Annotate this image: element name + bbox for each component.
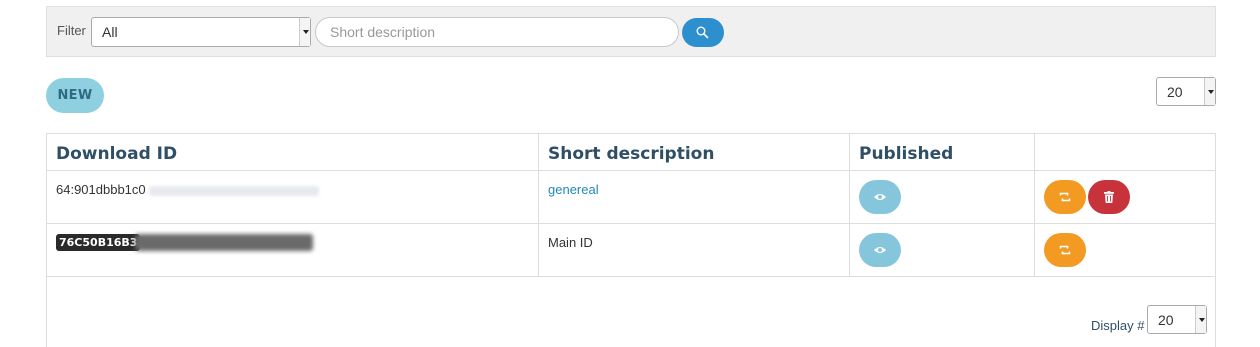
- delete-button[interactable]: [1088, 180, 1130, 214]
- description-link[interactable]: genereal: [548, 182, 599, 197]
- search-icon: [696, 26, 709, 39]
- table-row: 64:901dbbb1c0 genereal: [47, 171, 1215, 224]
- page-size-select-top[interactable]: 20: [1156, 77, 1216, 106]
- column-header-download-id[interactable]: Download ID: [56, 144, 177, 164]
- column-header-short-description[interactable]: Short description: [548, 144, 714, 164]
- refresh-button[interactable]: [1044, 180, 1086, 214]
- description-text: Main ID: [548, 235, 593, 250]
- chevron-down-icon: [299, 18, 310, 46]
- search-input[interactable]: [315, 17, 679, 47]
- filter-bar: Filter All: [46, 6, 1216, 57]
- new-button[interactable]: NEW: [46, 78, 104, 113]
- eye-icon: [874, 194, 886, 200]
- page-size-select-bottom[interactable]: 20: [1147, 305, 1207, 334]
- page-size-value: 20: [1158, 312, 1174, 328]
- eye-icon: [874, 247, 886, 253]
- published-toggle-button[interactable]: [859, 233, 901, 267]
- download-id-badge: 76C50B16B3: [56, 234, 141, 251]
- published-toggle-button[interactable]: [859, 180, 901, 214]
- refresh-button[interactable]: [1044, 233, 1086, 267]
- redacted-text: [135, 234, 313, 251]
- trash-icon: [1104, 191, 1114, 203]
- column-header-published[interactable]: Published: [859, 144, 953, 164]
- download-id-text: 64:901dbbb1c0: [56, 182, 146, 197]
- filter-select-value: All: [102, 24, 118, 40]
- refresh-icon: [1059, 245, 1071, 255]
- display-count-label: Display #: [1091, 318, 1145, 333]
- download-id-cell: 64:901dbbb1c0: [56, 182, 320, 197]
- filter-select[interactable]: All: [91, 17, 311, 47]
- search-button[interactable]: [682, 18, 724, 47]
- page-size-value: 20: [1167, 84, 1183, 100]
- refresh-icon: [1059, 192, 1071, 202]
- chevron-down-icon: [1204, 78, 1215, 105]
- downloads-table: Download ID Short description Published …: [46, 133, 1216, 347]
- table-row: 76C50B16B3 Main ID: [47, 224, 1215, 277]
- table-header-row: Download ID Short description Published: [47, 134, 1215, 171]
- chevron-down-icon: [1195, 306, 1206, 333]
- filter-label: Filter: [57, 23, 86, 38]
- redacted-text: [149, 185, 320, 196]
